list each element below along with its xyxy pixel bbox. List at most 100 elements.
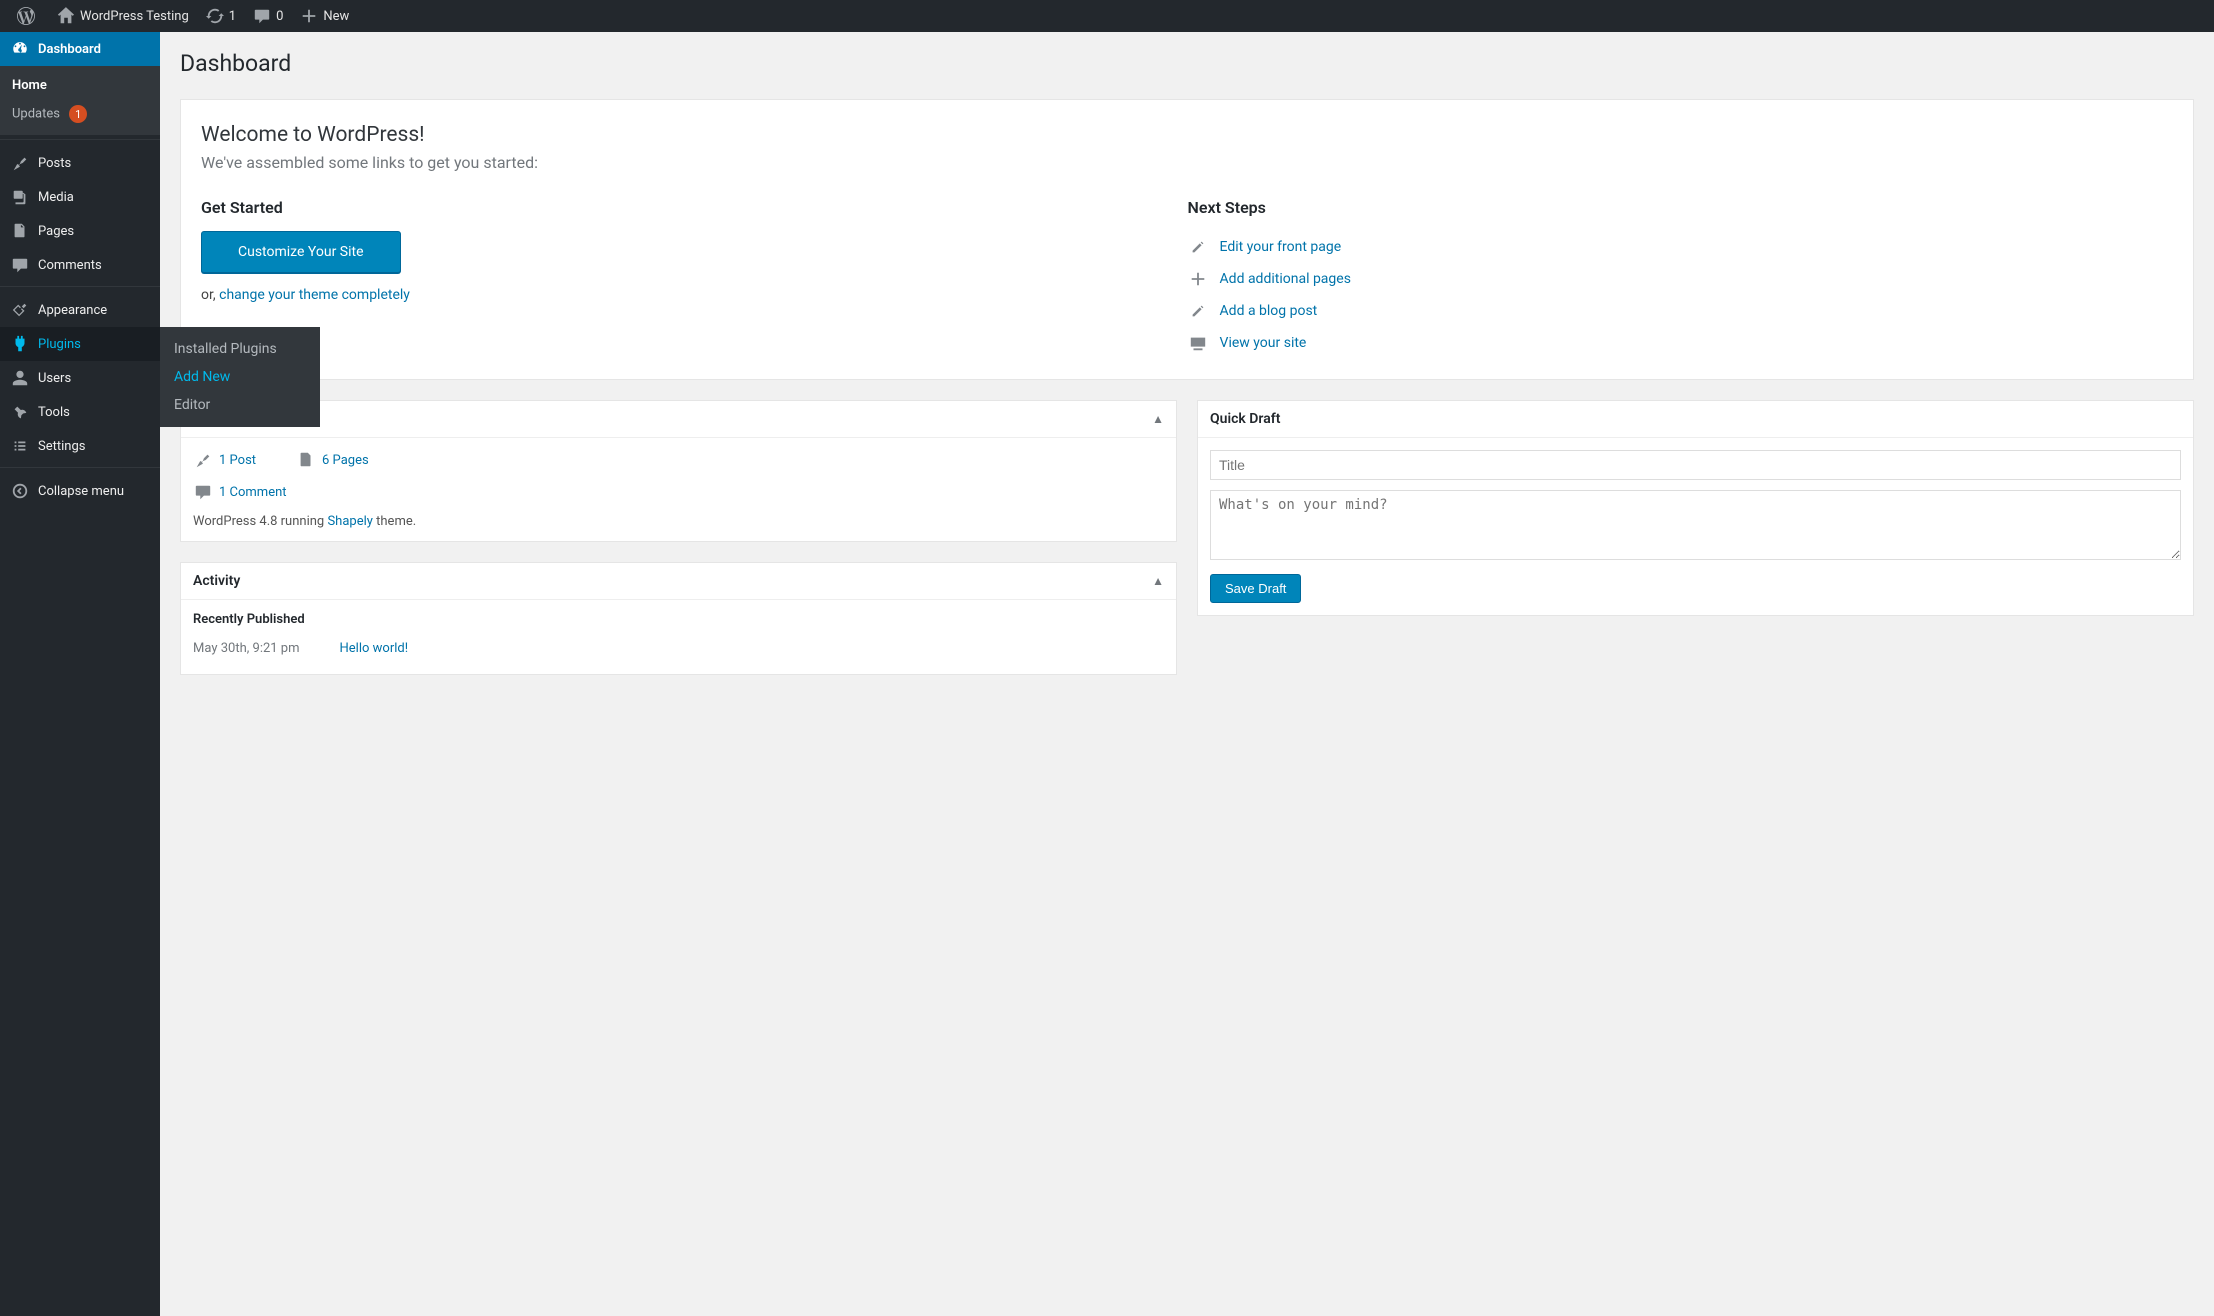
comments-menu[interactable]: 0 — [244, 0, 291, 32]
or-change-theme: or, change your theme completely — [201, 287, 1148, 303]
at-a-glance-widget: At a Glance ▲ 1 Post 6 Pages — [180, 400, 1177, 542]
comments-count: 0 — [276, 9, 283, 24]
menu-pages-label: Pages — [38, 224, 74, 239]
add-pages-label: Add additional pages — [1220, 271, 1351, 287]
menu-tools-label: Tools — [38, 405, 70, 420]
menu-plugins-label: Plugins — [38, 337, 81, 352]
menu-pages[interactable]: Pages — [0, 214, 160, 248]
view-icon — [1188, 333, 1208, 353]
menu-appearance-label: Appearance — [38, 303, 107, 318]
appearance-icon — [10, 300, 30, 320]
pages-icon — [296, 450, 316, 470]
write-icon — [1188, 301, 1208, 321]
pages-icon — [10, 221, 30, 241]
menu-dashboard-label: Dashboard — [38, 42, 101, 57]
add-pages-link[interactable]: Add additional pages — [1188, 263, 1640, 295]
activity-widget: Activity ▲ Recently Published May 30th, … — [180, 562, 1177, 675]
comments-icon — [10, 255, 30, 275]
menu-settings[interactable]: Settings — [0, 429, 160, 463]
edit-icon — [1188, 237, 1208, 257]
new-label: New — [323, 9, 349, 24]
plus-icon — [1188, 269, 1208, 289]
wp-logo-menu[interactable] — [8, 0, 48, 32]
plugins-flyout: Installed Plugins Add New Editor — [160, 327, 320, 427]
collapse-icon — [10, 481, 30, 501]
flyout-installed-plugins[interactable]: Installed Plugins — [160, 335, 320, 363]
pin-icon — [10, 153, 30, 173]
view-site-link[interactable]: View your site — [1188, 327, 1640, 359]
activity-time: May 30th, 9:21 pm — [193, 641, 300, 656]
site-name: WordPress Testing — [80, 9, 189, 24]
menu-separator — [0, 282, 160, 287]
menu-users[interactable]: Users — [0, 361, 160, 395]
view-site-label: View your site — [1220, 335, 1307, 351]
submenu-updates[interactable]: Updates 1 — [0, 99, 160, 129]
menu-media[interactable]: Media — [0, 180, 160, 214]
menu-dashboard[interactable]: Dashboard — [0, 32, 160, 66]
comments-count: 1 Comment — [219, 485, 287, 500]
comment-icon — [252, 6, 272, 26]
menu-appearance[interactable]: Appearance — [0, 293, 160, 327]
posts-stat-link[interactable]: 1 Post — [193, 450, 256, 470]
customize-site-button[interactable]: Customize Your Site — [201, 231, 401, 273]
flyout-add-new[interactable]: Add New — [160, 363, 320, 391]
save-draft-button[interactable]: Save Draft — [1210, 574, 1301, 603]
comment-icon — [193, 482, 213, 502]
flyout-editor[interactable]: Editor — [160, 391, 320, 419]
edit-front-page-link[interactable]: Edit your front page — [1188, 231, 1640, 263]
menu-settings-label: Settings — [38, 439, 85, 454]
admin-bar: WordPress Testing 1 0 New — [0, 0, 2214, 32]
dashboard-submenu: Home Updates 1 — [0, 66, 160, 135]
wordpress-icon — [16, 6, 36, 26]
submenu-home[interactable]: Home — [0, 72, 160, 99]
quick-draft-title: Quick Draft — [1210, 411, 1280, 427]
draft-content-textarea[interactable] — [1210, 490, 2181, 560]
updates-count: 1 — [229, 9, 236, 24]
pages-stat-link[interactable]: 6 Pages — [296, 450, 369, 470]
pages-count: 6 Pages — [322, 453, 369, 468]
updates-badge: 1 — [69, 105, 87, 123]
users-icon — [10, 368, 30, 388]
menu-users-label: Users — [38, 371, 71, 386]
activity-row: May 30th, 9:21 pm Hello world! — [193, 635, 1164, 662]
draft-title-input[interactable] — [1210, 450, 2181, 480]
add-blog-post-link[interactable]: Add a blog post — [1188, 295, 1640, 327]
menu-tools[interactable]: Tools — [0, 395, 160, 429]
add-post-label: Add a blog post — [1220, 303, 1318, 319]
updates-menu[interactable]: 1 — [197, 0, 244, 32]
menu-plugins[interactable]: Plugins Installed Plugins Add New Editor — [0, 327, 160, 361]
theme-link[interactable]: Shapely — [327, 514, 372, 529]
menu-separator — [0, 463, 160, 468]
collapse-menu[interactable]: Collapse menu — [0, 474, 160, 508]
or-prefix: or, — [201, 287, 219, 303]
activity-title: Activity — [193, 573, 240, 589]
posts-count: 1 Post — [219, 453, 256, 468]
welcome-title: Welcome to WordPress! — [201, 123, 2173, 147]
pin-icon — [193, 450, 213, 470]
activity-post-link[interactable]: Hello world! — [340, 641, 409, 656]
get-started-heading: Get Started — [201, 198, 1148, 217]
plus-icon — [299, 6, 319, 26]
change-theme-link[interactable]: change your theme completely — [219, 287, 410, 303]
dashboard-icon — [10, 39, 30, 59]
menu-posts-label: Posts — [38, 156, 71, 171]
comments-stat-link[interactable]: 1 Comment — [193, 482, 287, 502]
menu-separator — [0, 135, 160, 140]
submenu-updates-label: Updates — [12, 107, 60, 122]
welcome-panel: Welcome to WordPress! We've assembled so… — [180, 99, 2194, 380]
site-name-menu[interactable]: WordPress Testing — [48, 0, 197, 32]
edit-front-label: Edit your front page — [1220, 239, 1342, 255]
next-steps-heading: Next Steps — [1188, 198, 1640, 217]
plugin-icon — [10, 334, 30, 354]
collapse-toggle[interactable]: ▲ — [1152, 412, 1164, 426]
settings-icon — [10, 436, 30, 456]
version-info: WordPress 4.8 running Shapely theme. — [193, 514, 1164, 529]
next-steps-list: Edit your front page Add additional page… — [1188, 231, 1640, 359]
menu-posts[interactable]: Posts — [0, 146, 160, 180]
new-content-menu[interactable]: New — [291, 0, 357, 32]
collapse-toggle[interactable]: ▲ — [1152, 574, 1164, 588]
welcome-subtitle: We've assembled some links to get you st… — [201, 153, 2173, 172]
admin-sidebar: Dashboard Home Updates 1 Posts Media Pag… — [0, 32, 160, 1316]
menu-comments[interactable]: Comments — [0, 248, 160, 282]
quick-draft-widget: Quick Draft Save Draft — [1197, 400, 2194, 616]
